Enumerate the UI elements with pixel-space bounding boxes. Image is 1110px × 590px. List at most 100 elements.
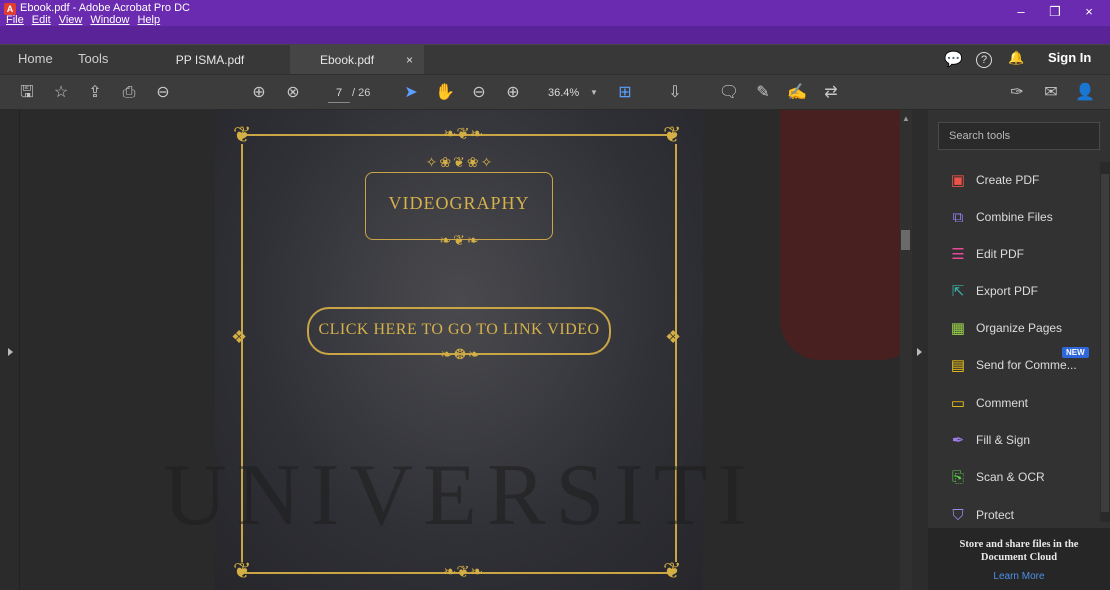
comment-tool-icon: ▭ [950, 395, 966, 412]
tools-pane: Search tools ▣ Create PDF ⧉ Combine File… [928, 110, 1110, 590]
tool-label: Export PDF [976, 284, 1039, 298]
document-scrollbar[interactable]: ▲ [900, 110, 912, 590]
tool-combine-files[interactable]: ⧉ Combine Files [940, 205, 1105, 231]
tool-label: Organize Pages [976, 321, 1063, 335]
menu-window[interactable]: Window [90, 14, 129, 26]
tools-pane-scrollbar[interactable] [1100, 162, 1110, 522]
tool-send-for-comments[interactable]: ▤ Send for Comme... NEW [940, 347, 1105, 379]
title-bar: A Ebook.pdf - Adobe Acrobat Pro DC File … [0, 0, 1110, 26]
tab-ebook-pdf[interactable]: Ebook.pdf [290, 45, 424, 75]
corner-ornament-icon: ❦ [663, 122, 682, 147]
sign-in-button[interactable]: Sign In [1048, 50, 1091, 65]
help-icon[interactable]: ? [976, 52, 992, 68]
tool-export-pdf[interactable]: ⇱ Export PDF [940, 279, 1105, 305]
menu-help[interactable]: Help [137, 14, 160, 26]
tool-label: Edit PDF [976, 247, 1025, 261]
tool-comment[interactable]: ▭ Comment [940, 391, 1105, 417]
tool-protect[interactable]: ⛉ Protect [940, 503, 1105, 529]
tool-edit-pdf[interactable]: ☰ Edit PDF [940, 242, 1105, 268]
top-flourish-icon: ❧❦❧ [443, 126, 484, 143]
bottom-flourish-icon: ❧❦❧ [443, 564, 484, 581]
send-comment-icon: ▤ [950, 357, 966, 374]
acrobat-window: A Ebook.pdf - Adobe Acrobat Pro DC File … [0, 0, 1110, 590]
corner-ornament-icon: ❦ [663, 558, 682, 583]
tool-label: Scan & OCR [976, 470, 1045, 484]
tool-fill-sign[interactable]: ✒ Fill & Sign [940, 428, 1105, 454]
fill-sign-icon: ✒ [951, 432, 965, 449]
tab-tools[interactable]: Tools [78, 51, 108, 66]
watermark-shape [780, 110, 900, 360]
menu-view[interactable]: View [59, 14, 83, 26]
mail-icon[interactable]: ✉ [1040, 82, 1062, 104]
tool-label: Fill & Sign [976, 433, 1031, 447]
combine-files-icon: ⧉ [952, 209, 964, 226]
scrollbar-thumb[interactable] [901, 230, 910, 250]
page-down-icon[interactable]: ⊗ [282, 82, 304, 104]
watermark-text: UNIVERSITI [163, 447, 757, 544]
upload-cloud-icon[interactable]: ⇪ [84, 82, 106, 104]
page-up-icon[interactable]: ⊕ [248, 82, 270, 104]
side-ornament-icon: ❖ [231, 327, 248, 347]
title-frame: VIDEOGRAPHY [365, 172, 553, 240]
select-cursor-icon[interactable]: ➤ [400, 82, 422, 104]
zoom-level-dropdown[interactable]: 36.4% ▼ [548, 83, 598, 103]
document-title: VIDEOGRAPHY [388, 193, 530, 213]
create-pdf-icon: ▣ [950, 172, 966, 189]
menu-edit[interactable]: Edit [32, 14, 51, 26]
collapse-right-panel-icon[interactable] [917, 348, 922, 356]
right-panel-toggle-strip [912, 110, 928, 590]
flourish-ornament-icon: ❧❦❧ [439, 232, 481, 248]
scan-ocr-icon: ⎘ [951, 469, 964, 486]
new-badge: NEW [1062, 347, 1089, 358]
maximize-button[interactable]: ❐ [1040, 2, 1070, 22]
chat-icon[interactable]: 💬 [944, 50, 963, 68]
main-toolbar: 🖫 ☆ ⇪ ⎙ ⊖ ⊕ ⊗ 7 / 26 ➤ ✋ ⊖ ⊕ 36.4% ▼ ⊞ ⇩… [0, 74, 1110, 110]
flourish-ornament-icon: ❧❂❧ [440, 346, 482, 362]
tab-home[interactable]: Home [18, 51, 53, 66]
menu-file[interactable]: File [6, 14, 24, 26]
hand-icon[interactable]: ✋ [434, 82, 456, 104]
tab-pp-isma-pdf[interactable]: PP ISMA.pdf [150, 45, 270, 75]
notification-bell-icon[interactable]: 🔔 [1008, 50, 1024, 66]
tools-pane-scrollbar-thumb[interactable] [1101, 174, 1109, 512]
document-cloud-promo: Store and share files in the Document Cl… [928, 528, 1110, 590]
add-user-icon[interactable]: 👤 [1074, 82, 1096, 104]
more-tools-icon[interactable]: ⇄ [820, 82, 842, 104]
edit-pdf-icon: ☰ [951, 246, 965, 263]
scroll-mode-icon[interactable]: ⇩ [664, 82, 686, 104]
window-title: Ebook.pdf - Adobe Acrobat Pro DC [20, 2, 190, 14]
close-tab-icon[interactable]: × [406, 45, 413, 75]
export-pdf-icon: ⇱ [951, 283, 965, 300]
zoom-in-icon[interactable]: ⊕ [502, 82, 524, 104]
document-cloud-text: Store and share files in the Document Cl… [959, 539, 1079, 563]
tool-create-pdf[interactable]: ▣ Create PDF [940, 168, 1105, 194]
print-icon[interactable]: ⎙ [118, 82, 140, 104]
page-number-input[interactable]: 7 [328, 83, 350, 103]
tool-label: Send for Comme... [976, 358, 1077, 372]
search-tools-input[interactable]: Search tools [938, 122, 1100, 150]
share-pen-icon[interactable]: ✑ [1006, 82, 1028, 104]
chevron-down-icon: ▼ [590, 88, 598, 97]
close-window-button[interactable]: × [1074, 2, 1104, 22]
fit-page-icon[interactable]: ⊞ [614, 82, 636, 104]
tool-label: Comment [976, 396, 1029, 410]
sign-icon[interactable]: ✍ [786, 82, 808, 104]
organize-pages-icon: ▦ [950, 320, 966, 337]
tool-organize-pages[interactable]: ▦ Organize Pages [940, 316, 1105, 342]
learn-more-link[interactable]: Learn More [928, 571, 1110, 582]
highlight-pen-icon[interactable]: ✎ [752, 82, 774, 104]
minimize-button[interactable]: – [1006, 2, 1036, 22]
tool-label: Combine Files [976, 210, 1053, 224]
comment-icon[interactable]: 🗨 [718, 82, 740, 104]
tool-scan-ocr[interactable]: ⎘ Scan & OCR [940, 465, 1105, 491]
corner-ornament-icon: ❦ [233, 122, 252, 147]
scroll-up-icon[interactable]: ▲ [902, 114, 910, 123]
save-icon[interactable]: 🖫 [16, 82, 38, 104]
expand-left-panel-icon[interactable] [8, 348, 13, 356]
zoom-out-icon[interactable]: ⊖ [468, 82, 490, 104]
video-link-label: CLICK HERE TO GO TO LINK VIDEO [318, 321, 600, 338]
left-panel-collapsed [0, 110, 20, 590]
bookmark-star-icon[interactable]: ☆ [50, 82, 72, 104]
zoom-search-icon[interactable]: ⊖ [152, 82, 174, 104]
document-viewer[interactable]: ❦ ❦ ❦ ❦ ❧❦❧ ❧❦❧ ❖ ❖ ✧❀❦❀✧ VIDEOGRAPHY ❧❦… [20, 110, 900, 590]
